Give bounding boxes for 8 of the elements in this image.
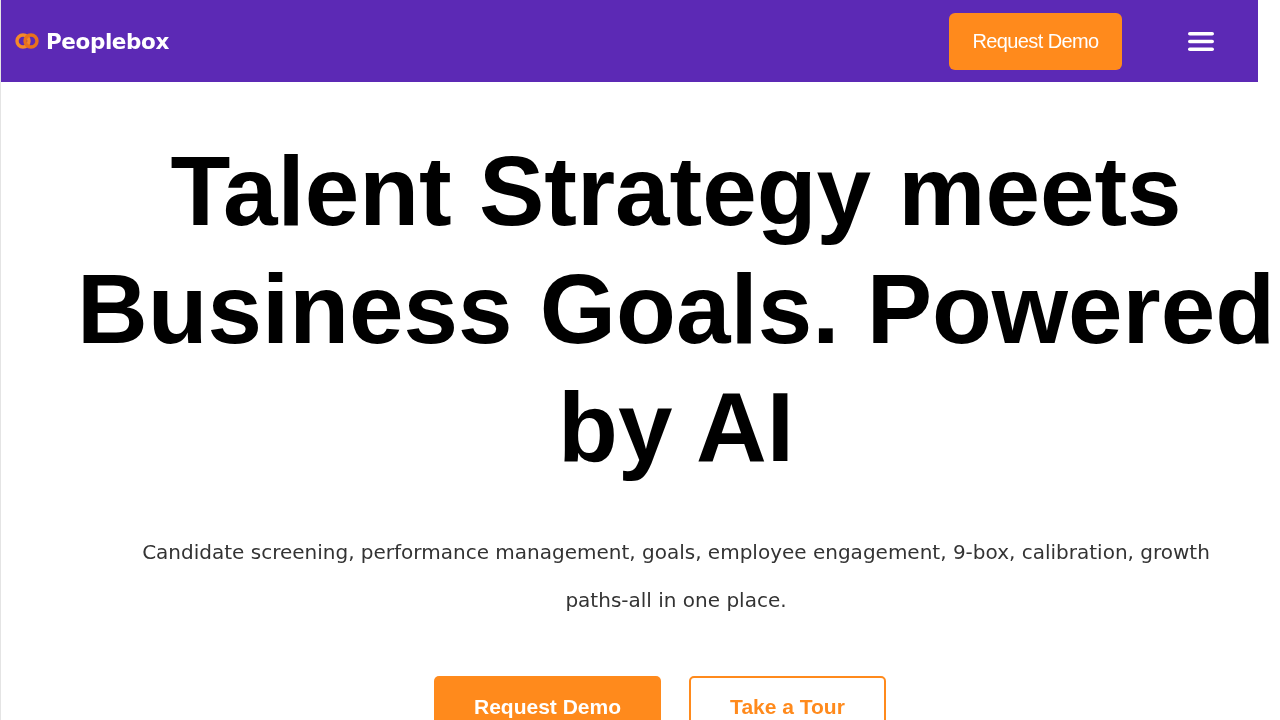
- hero-subtitle: Candidate screening, performance management, goals, employee engagement, 9-box, calibration, growth paths-all in one place.: [141, 539, 1211, 614]
- menu-icon[interactable]: [1188, 31, 1214, 51]
- rings-logo-icon: [15, 32, 39, 50]
- request-demo-button[interactable]: Request Demo: [949, 12, 1122, 70]
- hero-headline: Talent Strategy meets Business Goals. Powered by AI: [75, 135, 1277, 484]
- request-demo-button[interactable]: Request Demo: [434, 676, 661, 720]
- take-tour-button[interactable]: Take a Tour: [689, 676, 886, 720]
- brand-name: Peoplebox: [46, 28, 169, 54]
